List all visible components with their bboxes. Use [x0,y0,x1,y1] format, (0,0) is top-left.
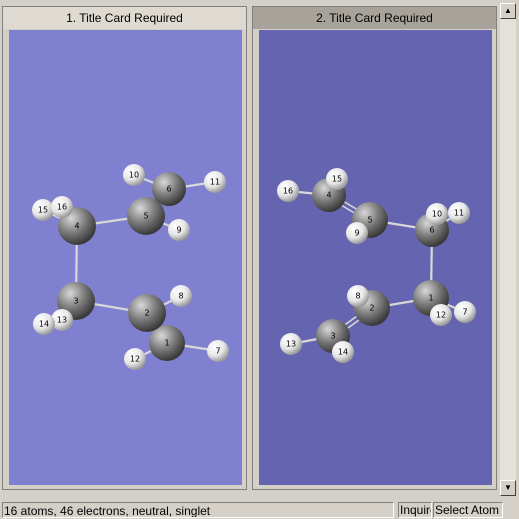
atom-label: 14 [39,320,49,329]
prompt-status: Select Atom 1 [433,502,503,518]
atom-label: 12 [436,311,446,320]
atom-label: 12 [130,355,140,364]
atom-7[interactable]: 7 [207,340,229,362]
atom-label: 10 [432,210,442,219]
status-bar: 16 atoms, 46 electrons, neutral, singlet… [0,501,519,519]
viewport-background [259,30,492,485]
atom-label: 11 [210,178,220,187]
atom-8[interactable]: 8 [347,285,369,307]
window-title: 2. Title Card Required [253,7,496,29]
molecule-canvas[interactable]: 12345678910111213141516 [259,30,492,485]
atom-label: 6 [429,226,434,235]
atom-15[interactable]: 15 [32,199,54,221]
vertical-scrollbar[interactable]: ▲ ▼ [500,3,516,496]
viewport-background [9,30,242,485]
molecule-window-2[interactable]: 2. Title Card Required 1 2 3 4 5 6 7 8 9 10 11 12 13… [252,6,497,490]
atom-label: 16 [283,187,293,196]
atom-label: 16 [57,203,67,212]
atom-label: 3 [73,297,78,306]
mode-status: Inquire [398,502,432,518]
atom-9[interactable]: 9 [168,219,190,241]
atom-label: 7 [215,347,220,356]
atom-11[interactable]: 11 [204,171,226,193]
atom-15[interactable]: 15 [326,168,348,190]
atom-8[interactable]: 8 [170,285,192,307]
molecule-viewport[interactable]: 1 2 3 4 5 6 7 8 9 10 11 12 13 14 15 16 [259,30,492,485]
atom-label: 2 [144,309,149,318]
atom-6[interactable]: 6 [152,172,186,206]
atom-label: 9 [354,229,359,238]
atom-14[interactable]: 14 [33,313,55,335]
atom-11[interactable]: 11 [448,202,470,224]
atom-7[interactable]: 7 [454,301,476,323]
atom-label: 10 [129,171,139,180]
atom-label: 13 [57,316,67,325]
atom-13[interactable]: 13 [280,333,302,355]
atom-label: 7 [462,308,467,317]
molecule-canvas[interactable]: 12345678910111213141516 [9,30,242,485]
atom-16[interactable]: 16 [51,196,73,218]
atom-label: 13 [286,340,296,349]
atom-label: 3 [330,332,335,341]
atom-label: 9 [176,226,181,235]
window-title: 1. Title Card Required [3,7,246,29]
atom-label: 1 [428,294,433,303]
atom-9[interactable]: 9 [346,222,368,244]
atom-label: 4 [326,191,331,200]
atom-label: 15 [332,175,342,184]
atom-12[interactable]: 12 [124,348,146,370]
atom-label: 4 [74,222,79,231]
atom-label: 5 [143,212,148,221]
atom-label: 11 [454,209,464,218]
atom-label: 5 [367,216,372,225]
atom-16[interactable]: 16 [277,180,299,202]
atom-14[interactable]: 14 [332,341,354,363]
atom-label: 15 [38,206,48,215]
molecule-viewport[interactable]: 1 2 3 4 5 6 7 8 9 10 11 12 13 14 15 16 [9,30,242,485]
atom-10[interactable]: 10 [426,203,448,225]
atom-label: 8 [178,292,183,301]
molecule-info-status: 16 atoms, 46 electrons, neutral, singlet [2,502,394,518]
atom-10[interactable]: 10 [123,164,145,186]
atom-2[interactable]: 2 [128,294,166,332]
atom-label: 6 [166,185,171,194]
atom-label: 1 [164,339,169,348]
atom-label: 2 [369,304,374,313]
molecule-window-1[interactable]: 1. Title Card Required 1 2 3 4 5 6 7 8 9 10 11 12 13… [2,6,247,490]
atom-label: 14 [338,348,348,357]
scroll-down-button[interactable]: ▼ [500,480,516,496]
scroll-up-button[interactable]: ▲ [500,3,516,19]
atom-label: 8 [355,292,360,301]
atom-12[interactable]: 12 [430,304,452,326]
